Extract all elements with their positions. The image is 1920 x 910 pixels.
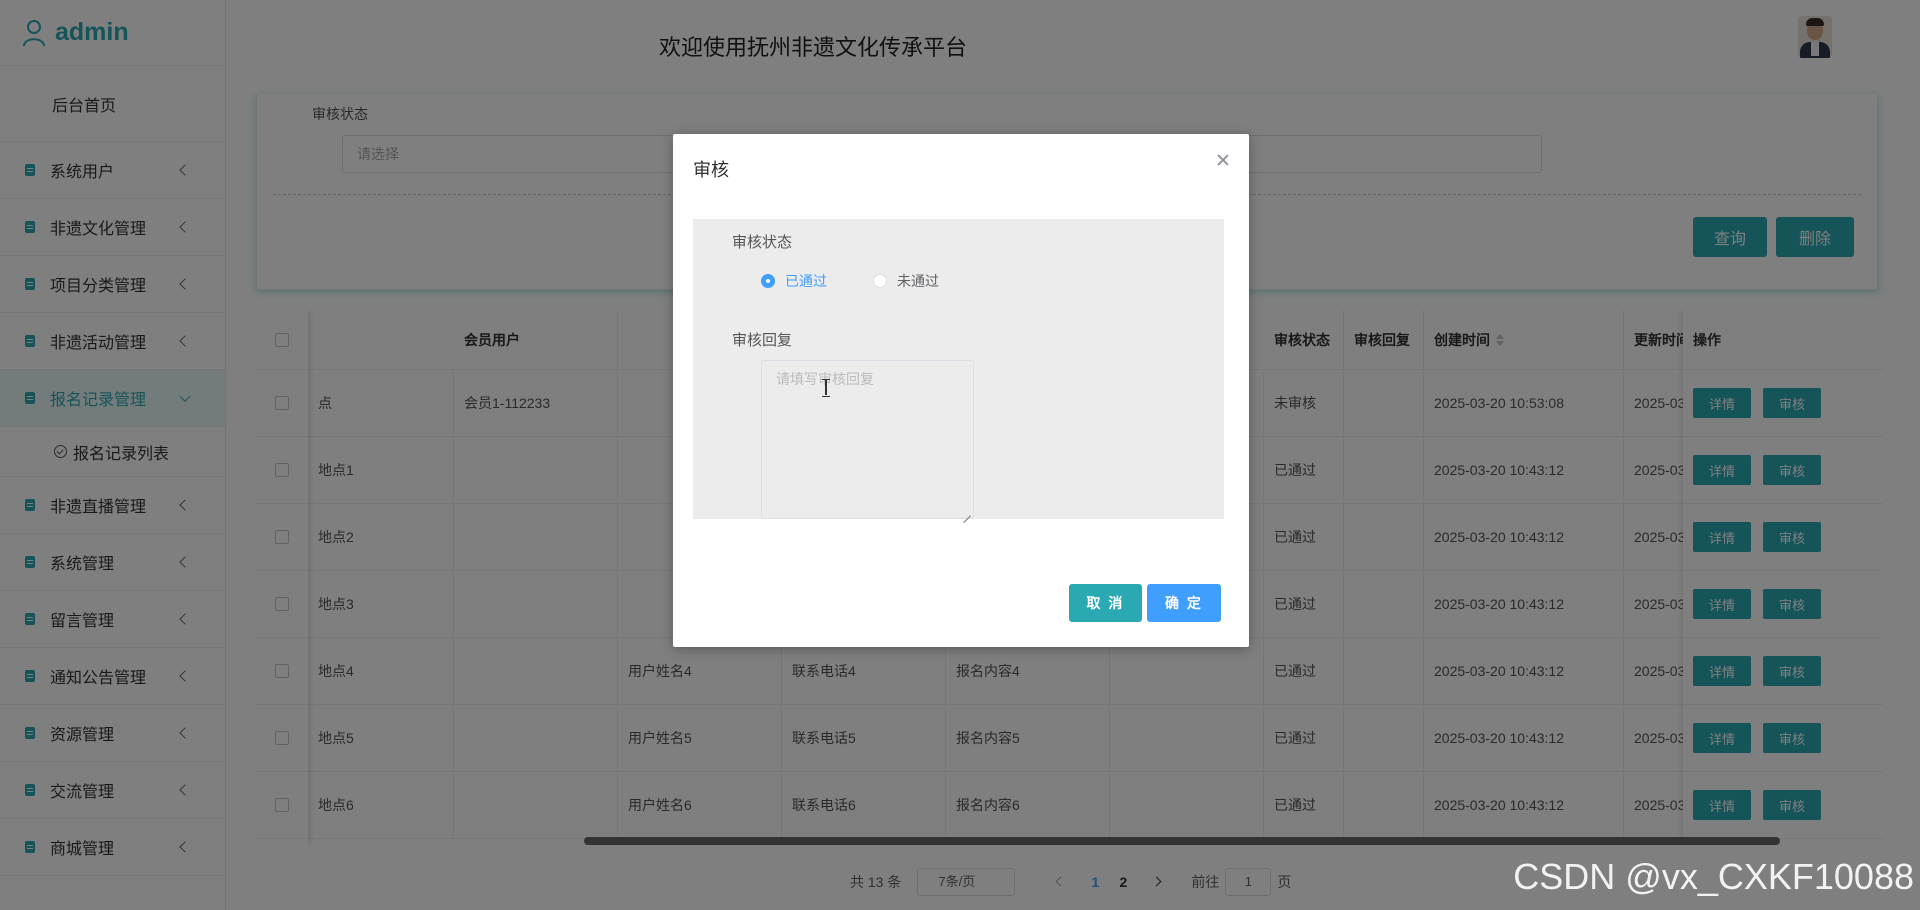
cancel-button[interactable]: 取 消 — [1069, 584, 1142, 622]
audit-form: 审核状态 已通过 未通过 审核回复 请填写审核回复 — [693, 219, 1224, 519]
audit-reply-label: 审核回复 — [732, 332, 793, 349]
radio-checked-icon — [761, 274, 775, 288]
radio-rejected-label: 未通过 — [897, 273, 939, 289]
radio-approved[interactable]: 已通过 — [761, 271, 827, 291]
radio-rejected[interactable]: 未通过 — [873, 271, 939, 291]
radio-approved-label: 已通过 — [785, 273, 827, 289]
dialog-title: 审核 — [693, 160, 729, 180]
radio-unchecked-icon — [873, 274, 887, 288]
audit-status-label: 审核状态 — [732, 234, 793, 251]
audit-reply-textarea[interactable]: 请填写审核回复 — [761, 360, 974, 519]
close-icon[interactable] — [1215, 152, 1231, 168]
text-cursor-icon — [822, 379, 830, 397]
audit-dialog: 审核 审核状态 已通过 未通过 审核回复 请填写审核回复 取 消 确 定 — [673, 134, 1249, 647]
confirm-button[interactable]: 确 定 — [1147, 584, 1221, 622]
watermark: CSDN @vx_CXKF10088 — [1513, 856, 1914, 897]
resize-handle-icon[interactable] — [963, 508, 971, 516]
